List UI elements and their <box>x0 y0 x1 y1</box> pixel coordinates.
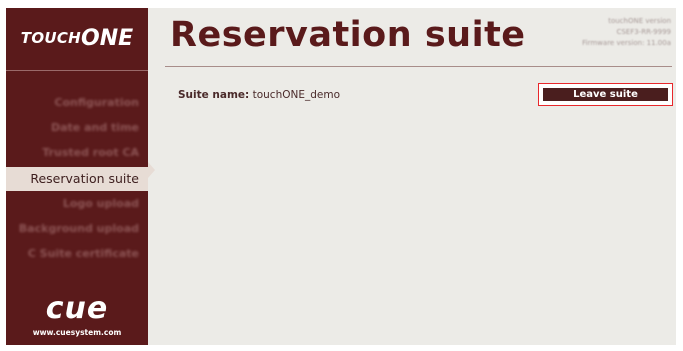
sidebar: TOUCH ONE Configuration Date and time Tru… <box>6 8 148 345</box>
suite-name-row: Suite name: touchONE_demo <box>178 89 340 101</box>
version-line: touchONE version <box>608 17 671 25</box>
sidebar-menu: Configuration Date and time Trusted root… <box>6 90 148 266</box>
brand-suffix: ONE <box>81 25 134 51</box>
suite-name-value: touchONE_demo <box>252 89 341 101</box>
sidebar-item-date-and-time[interactable]: Date and time <box>6 115 148 140</box>
version-line: CSEF3-RR-9999 <box>616 28 671 36</box>
sidebar-item-c-suite-certificate[interactable]: C Suite certificate <box>6 241 148 266</box>
sidebar-item-configuration[interactable]: Configuration <box>6 90 148 115</box>
page-title: Reservation suite <box>170 15 526 55</box>
sidebar-item-reservation-suite[interactable]: Reservation suite <box>6 167 148 191</box>
leave-suite-button[interactable]: Leave suite <box>543 88 668 101</box>
brand-divider <box>6 70 148 71</box>
version-info: touchONE version CSEF3-RR-9999 Firmware … <box>582 16 671 49</box>
version-line: Firmware version: 11.00a <box>582 39 671 47</box>
header-divider <box>165 66 672 67</box>
touchone-logo: TOUCH ONE <box>6 8 148 68</box>
sidebar-item-trusted-root-ca[interactable]: Trusted root CA <box>6 140 148 165</box>
cue-logo: cue <box>45 291 109 326</box>
sidebar-item-background-upload[interactable]: Background upload <box>6 216 148 241</box>
leave-suite-highlight: Leave suite <box>538 83 673 106</box>
suite-name-label: Suite name: <box>178 89 250 101</box>
sidebar-item-logo-upload[interactable]: Logo upload <box>6 191 148 216</box>
cue-url: www.cuesystem.com <box>32 328 122 337</box>
brand-prefix: TOUCH <box>20 29 82 47</box>
active-item-arrow-icon <box>148 162 155 178</box>
